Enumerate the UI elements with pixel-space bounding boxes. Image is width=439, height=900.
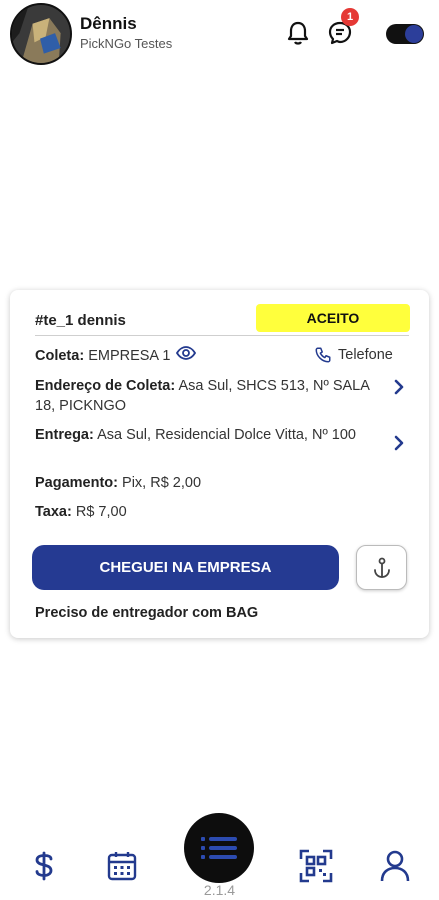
nav-financeiro[interactable] (26, 848, 62, 884)
coleta-row: Coleta: EMPRESA 1 (35, 346, 197, 366)
coleta-label: Coleta: (35, 348, 85, 364)
dollar-icon (35, 851, 53, 881)
chevron-right-icon[interactable] (392, 434, 406, 452)
avatar-image (12, 5, 70, 63)
bell-icon[interactable] (283, 18, 313, 48)
user-icon (380, 850, 410, 882)
pagamento-row: Pagamento: Pix, R$ 2,00 (35, 473, 201, 493)
entrega-value: Asa Sul, Residencial Dolce Vitta, Nº 100 (97, 427, 356, 443)
endereco-coleta-row[interactable]: Endereço de Coleta: Asa Sul, SHCS 513, N… (35, 376, 375, 416)
toggle-knob (405, 25, 423, 43)
anchor-icon (373, 557, 390, 578)
user-name: Dênnis (80, 14, 137, 33)
nav-pedidos[interactable] (184, 813, 254, 883)
pagamento-label: Pagamento: (35, 475, 118, 491)
taxa-value: R$ 7,00 (75, 504, 127, 520)
cheguei-na-empresa-button[interactable]: CHEGUEI NA EMPRESA (32, 545, 339, 590)
nav-qr-code[interactable] (298, 848, 334, 884)
phone-link[interactable]: Telefone (314, 346, 393, 364)
eye-icon[interactable] (176, 346, 197, 366)
anchor-button[interactable] (356, 545, 407, 590)
calendar-icon (107, 852, 137, 881)
user-company: PickNGo Testes (80, 36, 173, 51)
order-id: #te_1 dennis (35, 312, 126, 329)
nav-perfil[interactable] (377, 848, 413, 884)
entrega-row[interactable]: Entrega: Asa Sul, Residencial Dolce Vitt… (35, 425, 375, 445)
nav-agenda[interactable] (104, 848, 140, 884)
app-header: Dênnis PickNGo Testes 1 (0, 0, 439, 70)
list-icon (201, 837, 237, 859)
avatar[interactable] (10, 3, 72, 65)
coleta-value: EMPRESA 1 (88, 348, 171, 364)
card-divider (35, 335, 409, 336)
pagamento-value: Pix, R$ 2,00 (122, 475, 202, 491)
chat-badge: 1 (341, 8, 359, 26)
chevron-right-icon[interactable] (392, 378, 406, 396)
phone-icon (315, 347, 331, 363)
delivery-note: Preciso de entregador com BAG (35, 605, 259, 621)
qr-code-icon (299, 849, 333, 883)
order-card[interactable]: #te_1 dennis ACEITO Coleta: EMPRESA 1 Te… (10, 290, 429, 638)
taxa-row: Taxa: R$ 7,00 (35, 502, 127, 522)
phone-label: Telefone (338, 347, 393, 363)
app-version: 2.1.4 (203, 882, 236, 898)
entrega-label: Entrega: (35, 427, 94, 443)
taxa-label: Taxa: (35, 504, 72, 520)
status-badge: ACEITO (256, 304, 410, 332)
online-toggle[interactable] (386, 24, 424, 44)
endereco-label: Endereço de Coleta: (35, 378, 176, 394)
